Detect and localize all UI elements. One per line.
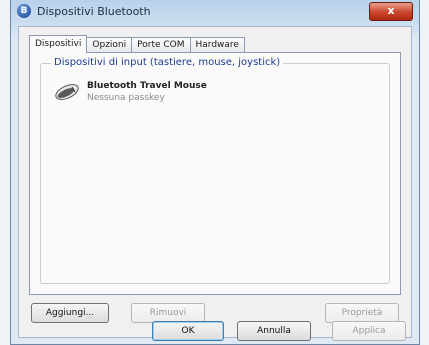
add-button[interactable]: Aggiungi...: [31, 303, 109, 323]
tab-opzioni[interactable]: Opzioni: [86, 37, 133, 53]
devices-tab-panel: Dispositivi di input (tastiere, mouse, j…: [29, 52, 401, 295]
apply-button[interactable]: Applica: [332, 321, 406, 341]
tab-hardware[interactable]: Hardware: [189, 37, 245, 53]
tab-porte-com[interactable]: Porte COM: [131, 37, 191, 53]
mouse-icon: [55, 84, 79, 100]
tab-strip: Dispositivi Opzioni Porte COM Hardware: [29, 35, 245, 53]
bluetooth-devices-window: B Dispositivi Bluetooth x Dispositivi Op…: [10, 0, 420, 345]
bluetooth-icon: B: [17, 4, 31, 18]
window-title: Dispositivi Bluetooth: [37, 5, 151, 18]
group-label: Dispositivi di input (tastiere, mouse, j…: [51, 57, 284, 68]
cancel-button[interactable]: Annulla: [237, 321, 311, 341]
ok-button[interactable]: OK: [152, 321, 224, 341]
close-button[interactable]: x: [369, 2, 413, 21]
input-devices-group: Dispositivi di input (tastiere, mouse, j…: [40, 57, 390, 284]
title-bar[interactable]: B Dispositivi Bluetooth x: [11, 0, 419, 24]
dialog-client-area: Dispositivi Opzioni Porte COM Hardware D…: [18, 26, 412, 338]
device-name: Bluetooth Travel Mouse: [87, 81, 207, 91]
tab-dispositivi[interactable]: Dispositivi: [29, 35, 88, 53]
properties-button[interactable]: Proprietà: [325, 303, 399, 323]
remove-button[interactable]: Rimuovi: [131, 303, 205, 323]
device-list-item[interactable]: Bluetooth Travel Mouse Nessuna passkey: [51, 78, 271, 108]
device-status: Nessuna passkey: [87, 93, 165, 103]
